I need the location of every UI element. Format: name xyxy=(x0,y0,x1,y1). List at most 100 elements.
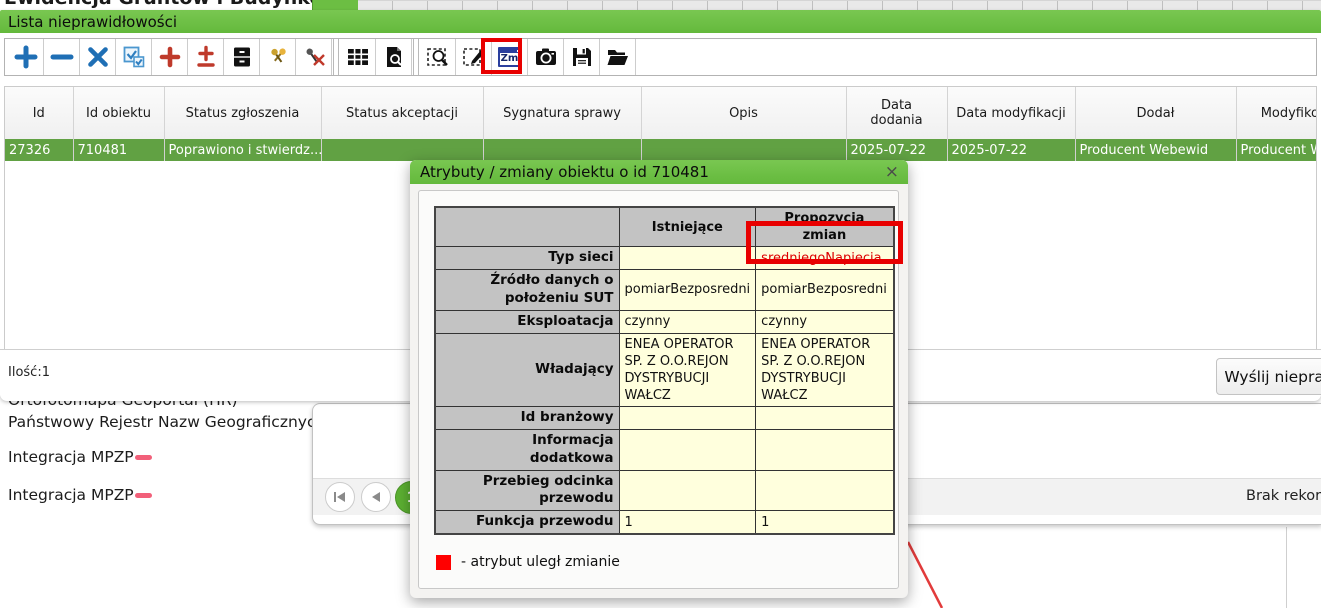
attr-row: Id branżowy xyxy=(435,407,894,430)
cell-id: 27326 xyxy=(5,139,73,161)
toolbar-separator xyxy=(333,39,339,75)
floppy-icon xyxy=(570,45,594,69)
mpzp-badge-icon xyxy=(135,455,152,460)
panel-title: Lista nieprawidłowości xyxy=(0,10,1321,33)
pager-prev-button[interactable] xyxy=(361,482,391,512)
camera-icon xyxy=(534,45,558,69)
attributes-table: Istniejące Propozycja zmian Typ sieci sr… xyxy=(434,206,895,535)
table-view-button[interactable] xyxy=(340,39,376,75)
attr-col-existing: Istniejące xyxy=(619,207,756,247)
count-label: Ilość:1 xyxy=(8,365,50,380)
attr-existing: pomiarBezposredni xyxy=(619,270,756,311)
column-header-case-signature[interactable]: Sygnatura sprawy xyxy=(483,87,641,139)
attr-label: Funkcja przewodu xyxy=(435,511,619,534)
x-icon xyxy=(86,45,110,69)
attr-proposed: 1 xyxy=(756,511,894,534)
remove-button[interactable] xyxy=(44,39,80,75)
prev-page-icon xyxy=(370,491,382,503)
column-header-acceptance-status[interactable]: Status akceptacji xyxy=(321,87,483,139)
column-header-id[interactable]: Id xyxy=(5,87,73,139)
save-button[interactable] xyxy=(564,39,600,75)
attr-proposed-changed: sredniegoNapiecia xyxy=(756,247,894,270)
modal-title: Atrybuty / zmiany obiektu o id 710481 xyxy=(410,160,908,184)
background-green-button[interactable] xyxy=(312,0,359,10)
attr-existing xyxy=(619,247,756,270)
map-red-line xyxy=(908,542,942,608)
column-header-description[interactable]: Opis xyxy=(641,87,846,139)
attr-proposed: ENEA OPERATOR SP. Z O.O.REJON DYSTRYBUCJ… xyxy=(756,333,894,407)
column-header-date-modified[interactable]: Data modyfikacji xyxy=(947,87,1075,139)
attr-existing: ENEA OPERATOR SP. Z O.O.REJON DYSTRYBUCJ… xyxy=(619,333,756,407)
add-red-button[interactable] xyxy=(152,39,188,75)
map-gray-line xyxy=(1286,527,1287,608)
pin-button[interactable] xyxy=(260,39,296,75)
no-records-message: Brak rekordów xyxy=(1246,488,1321,504)
attr-row: Źródło danych o położeniu SUT pomiarBezp… xyxy=(435,270,894,311)
pager-first-button[interactable] xyxy=(325,482,355,512)
attr-proposed xyxy=(756,430,894,471)
edit-selection-button[interactable] xyxy=(456,39,492,75)
irregularity-row[interactable]: 27326 710481 Poprawiono i stwierdz... 20… xyxy=(5,139,1317,161)
cell-modified-by: Producent Webewid xyxy=(1236,139,1317,161)
snapshot-button[interactable] xyxy=(528,39,564,75)
zm-window-icon: Zm xyxy=(498,47,522,67)
attr-label: Informacja dodatkowa xyxy=(435,430,619,471)
unpin-button[interactable] xyxy=(296,39,332,75)
close-icon[interactable]: × xyxy=(885,163,899,181)
cell-case-signature xyxy=(483,139,641,161)
attr-col-proposed: Propozycja zmian xyxy=(756,207,894,247)
irregularities-toolbar: Zm xyxy=(4,38,1317,76)
attr-label: Eksploatacja xyxy=(435,310,619,333)
column-header-modified-by[interactable]: Modyfikował xyxy=(1236,87,1317,139)
legend-label: - atrybut uległ zmianie xyxy=(461,554,620,570)
grid-header-row: Id Id obiektu Status zgłoszenia Status a… xyxy=(5,87,1317,139)
cell-report-status: Poprawiono i stwierdz... xyxy=(164,139,321,161)
cell-date-modified: 2025-07-22 xyxy=(947,139,1075,161)
layer-item-mpzp-2[interactable]: Integracja MPZP xyxy=(8,486,152,506)
archive-button[interactable] xyxy=(224,39,260,75)
first-page-icon xyxy=(333,491,347,503)
report-button[interactable] xyxy=(376,39,412,75)
changed-attribute-icon xyxy=(436,555,451,570)
attr-existing xyxy=(619,407,756,430)
attr-proposed xyxy=(756,407,894,430)
app-stage: Ewidencja Gruntów i Budynków Ortofotomap… xyxy=(0,0,1321,608)
column-header-object-id[interactable]: Id obiektu xyxy=(73,87,164,139)
attr-proposed xyxy=(756,470,894,511)
plus-minus-button[interactable] xyxy=(188,39,224,75)
attr-proposed: czynny xyxy=(756,310,894,333)
attr-existing: 1 xyxy=(619,511,756,534)
attr-row: Eksploatacja czynny czynny xyxy=(435,310,894,333)
column-header-added-by[interactable]: Dodał xyxy=(1075,87,1236,139)
cell-description xyxy=(641,139,846,161)
attr-existing xyxy=(619,430,756,471)
attr-row: Władający ENEA OPERATOR SP. Z O.O.REJON … xyxy=(435,333,894,407)
attr-existing xyxy=(619,470,756,511)
cell-added-by: Producent Webewid xyxy=(1075,139,1236,161)
selection-zoom-icon xyxy=(426,45,450,69)
add-button[interactable] xyxy=(8,39,44,75)
layer-item-prng[interactable]: Państwowy Rejestr Nazw Geograficznych xyxy=(8,413,325,433)
attr-row: Typ sieci sredniegoNapiecia xyxy=(435,247,894,270)
zoom-selection-button[interactable] xyxy=(420,39,456,75)
attr-label: Id branżowy xyxy=(435,407,619,430)
pins-icon xyxy=(266,45,290,69)
document-search-icon xyxy=(382,45,406,69)
verify-button[interactable] xyxy=(116,39,152,75)
attr-label: Typ sieci xyxy=(435,247,619,270)
checkboxes-icon xyxy=(122,45,146,69)
layer-item-mpzp-1[interactable]: Integracja MPZP xyxy=(8,448,152,468)
open-button[interactable] xyxy=(600,39,636,75)
column-header-date-added[interactable]: Data dodania xyxy=(846,87,947,139)
toolbar-separator xyxy=(413,39,419,75)
attr-label: Przebieg odcinka przewodu xyxy=(435,470,619,511)
plus-red-icon xyxy=(158,45,182,69)
column-header-report-status[interactable]: Status zgłoszenia xyxy=(164,87,321,139)
delete-button[interactable] xyxy=(80,39,116,75)
zm-changes-button[interactable]: Zm xyxy=(492,39,528,75)
plus-minus-icon xyxy=(194,45,218,69)
send-irregularities-button[interactable]: Wyślij nieprawidłowości xyxy=(1216,358,1321,395)
attr-existing: czynny xyxy=(619,310,756,333)
cell-acceptance-status xyxy=(321,139,483,161)
drawer-icon xyxy=(230,45,254,69)
